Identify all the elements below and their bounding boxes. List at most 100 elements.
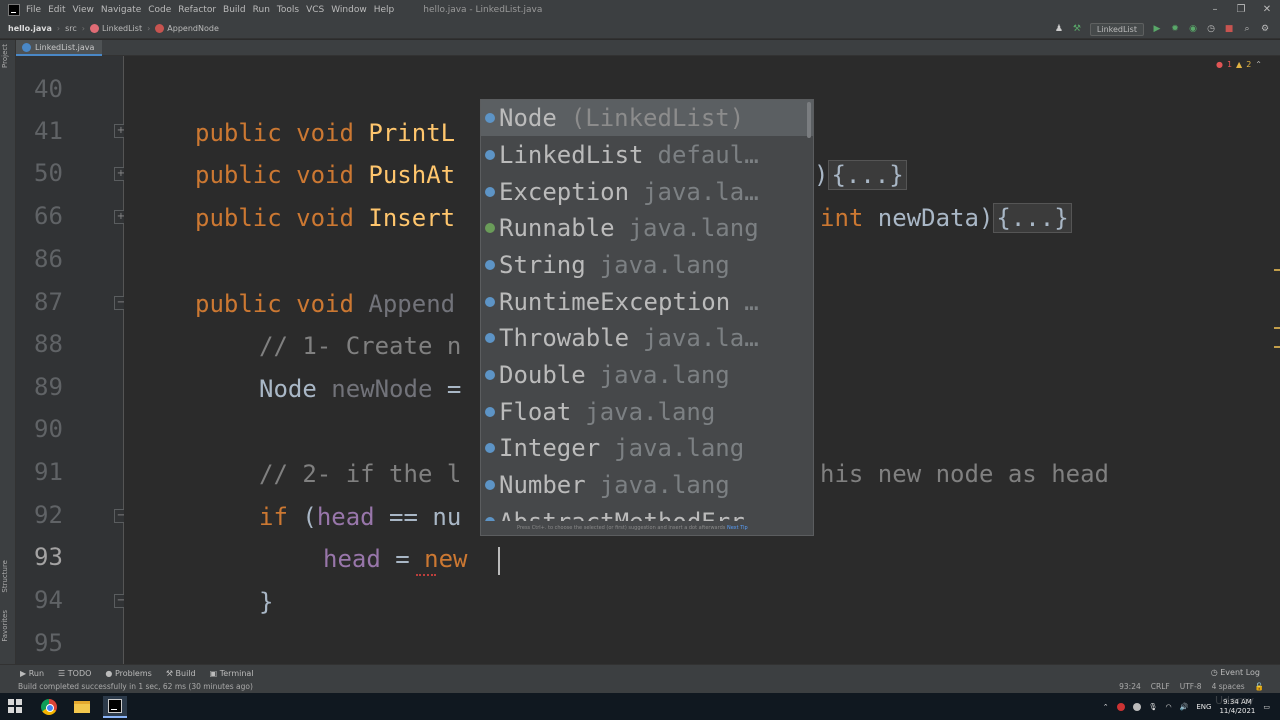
code-text: ) — [814, 161, 829, 189]
folded-block[interactable]: {...} — [993, 203, 1072, 233]
chevron-right-icon: › — [81, 24, 85, 33]
favorites-tool-tab[interactable]: Favorites — [1, 610, 9, 642]
caret-position[interactable]: 93:24 — [1119, 681, 1141, 693]
warning-marker[interactable] — [1274, 269, 1280, 271]
chrome-icon[interactable] — [37, 696, 61, 718]
type-name: Node — [259, 375, 332, 403]
completion-package: java.lang — [614, 434, 745, 462]
completion-name: Exception — [499, 178, 630, 206]
breadcrumb-class[interactable]: LinkedList — [102, 24, 142, 33]
chevron-up-icon[interactable]: ⌃ — [1103, 703, 1109, 711]
code-line-91: // 2- if the l — [259, 460, 462, 488]
keyword: new — [424, 545, 482, 573]
close-icon[interactable]: ✕ — [1254, 0, 1280, 19]
menu-edit[interactable]: Edit — [48, 5, 65, 15]
folded-block[interactable]: {...} — [828, 160, 907, 190]
search-everywhere-icon[interactable]: ⌕ — [1242, 24, 1252, 34]
line-separator[interactable]: CRLF — [1151, 681, 1170, 693]
code-completion-popup[interactable]: Node (LinkedList) LinkedList defaul… Excep… — [480, 99, 814, 536]
completion-item[interactable]: LinkedList defaul… — [481, 137, 813, 173]
hammer-build-icon[interactable]: ⚒ — [1072, 24, 1082, 34]
debug-icon[interactable]: ✹ — [1170, 24, 1180, 34]
tab-linkedlist-java[interactable]: LinkedList.java — [16, 40, 103, 56]
method-name: Append — [368, 290, 456, 318]
event-log-button[interactable]: ◷ Event Log — [1211, 668, 1260, 677]
problems-tool-tab[interactable]: ● Problems — [105, 669, 151, 678]
windows-start-icon[interactable] — [8, 699, 22, 713]
breadcrumb-project[interactable]: hello.java — [8, 24, 52, 33]
completion-item[interactable]: Number java.lang — [481, 467, 813, 503]
menu-tools[interactable]: Tools — [277, 5, 299, 15]
next-tip-link[interactable]: Next Tip — [727, 525, 748, 531]
breadcrumb-src[interactable]: src — [65, 24, 77, 33]
menu-build[interactable]: Build — [223, 5, 246, 15]
completion-item[interactable]: String java.lang — [481, 247, 813, 283]
wifi-icon[interactable]: ◠ — [1166, 703, 1172, 711]
code-line-66-tail: int newData) {...} — [820, 203, 1072, 233]
stop-icon[interactable]: ■ — [1224, 24, 1234, 34]
menu-file[interactable]: File — [26, 5, 41, 15]
line-number: 86 — [34, 245, 63, 273]
status-message[interactable]: Build completed successfully in 1 sec, 6… — [18, 682, 253, 691]
class-icon — [485, 187, 495, 197]
maximize-icon[interactable]: ❐ — [1228, 0, 1254, 19]
status-bar: Build completed successfully in 1 sec, 6… — [0, 681, 1280, 693]
menu-view[interactable]: View — [73, 5, 94, 15]
completion-item-node[interactable]: Node (LinkedList) — [481, 100, 813, 136]
completion-name: String — [499, 251, 586, 279]
completion-package: (LinkedList) — [570, 104, 745, 132]
inspection-widget[interactable]: ● 1 ▲ 2 ⌃ — [1216, 60, 1262, 69]
breadcrumb-method[interactable]: AppendNode — [167, 24, 219, 33]
menu-window[interactable]: Window — [331, 5, 367, 15]
menu-run[interactable]: Run — [253, 5, 270, 15]
run-configuration-select[interactable]: LinkedList — [1089, 22, 1144, 36]
project-tool-tab[interactable]: Project — [1, 44, 9, 68]
popup-scrollbar[interactable] — [807, 102, 811, 138]
terminal-tool-tab[interactable]: ▣ Terminal — [210, 669, 254, 678]
file-explorer-icon[interactable] — [70, 696, 94, 718]
intellij-taskbar-icon[interactable] — [103, 696, 127, 718]
completion-item[interactable]: RuntimeException… — [481, 284, 813, 320]
file-encoding[interactable]: UTF-8 — [1180, 681, 1202, 693]
profiler-icon[interactable]: ◷ — [1206, 24, 1216, 34]
tab-label: Problems — [114, 668, 152, 678]
completion-item[interactable]: Integer java.lang — [481, 430, 813, 466]
line-number: 66 — [34, 202, 63, 230]
menu-refactor[interactable]: Refactor — [178, 5, 216, 15]
user-icon[interactable]: ♟ — [1054, 24, 1064, 34]
completion-item[interactable]: Throwable java.la… — [481, 320, 813, 356]
warning-marker[interactable] — [1274, 327, 1280, 329]
menu-navigate[interactable]: Navigate — [101, 5, 141, 15]
minimize-icon[interactable]: – — [1202, 0, 1228, 19]
menu-vcs[interactable]: VCS — [306, 5, 324, 15]
keyword: public void — [195, 290, 369, 318]
menu-code[interactable]: Code — [148, 5, 171, 15]
code-line-66: public void Insert — [195, 204, 455, 232]
menu-help[interactable]: Help — [374, 5, 395, 15]
completion-item[interactable]: Exception java.la… — [481, 174, 813, 210]
chevron-up-icon[interactable]: ⌃ — [1255, 60, 1262, 69]
todo-tool-tab[interactable]: ☰ TODO — [58, 669, 91, 678]
keyboard-language[interactable]: ENG — [1196, 703, 1211, 711]
completion-item[interactable]: Float java.lang — [481, 394, 813, 430]
coverage-icon[interactable]: ◉ — [1188, 24, 1198, 34]
network-icon[interactable] — [1132, 702, 1141, 711]
class-icon — [485, 113, 495, 123]
completion-item[interactable]: Double java.lang — [481, 357, 813, 393]
microphone-icon[interactable]: 🎙 — [1149, 703, 1158, 711]
volume-icon[interactable]: 🔊 — [1180, 703, 1189, 711]
run-tool-tab[interactable]: ▶ Run — [20, 669, 44, 678]
indent-setting[interactable]: 4 spaces — [1212, 681, 1245, 693]
warning-marker[interactable] — [1274, 346, 1280, 348]
editor-scrollbar[interactable] — [1268, 56, 1280, 664]
run-icon[interactable]: ▶ — [1152, 24, 1162, 34]
antivirus-icon[interactable] — [1116, 702, 1125, 711]
structure-tool-tab[interactable]: Structure — [1, 560, 9, 593]
ide-features-icon[interactable]: ⚙ — [1260, 24, 1270, 34]
completion-item[interactable]: Runnable java.lang — [481, 210, 813, 246]
field-name: head — [316, 503, 375, 531]
lock-icon[interactable]: 🔓 — [1255, 681, 1264, 693]
notifications-icon[interactable]: ▭ — [1263, 703, 1270, 711]
build-tool-tab[interactable]: ⚒ Build — [166, 669, 196, 678]
chevron-right-icon: › — [56, 24, 61, 33]
